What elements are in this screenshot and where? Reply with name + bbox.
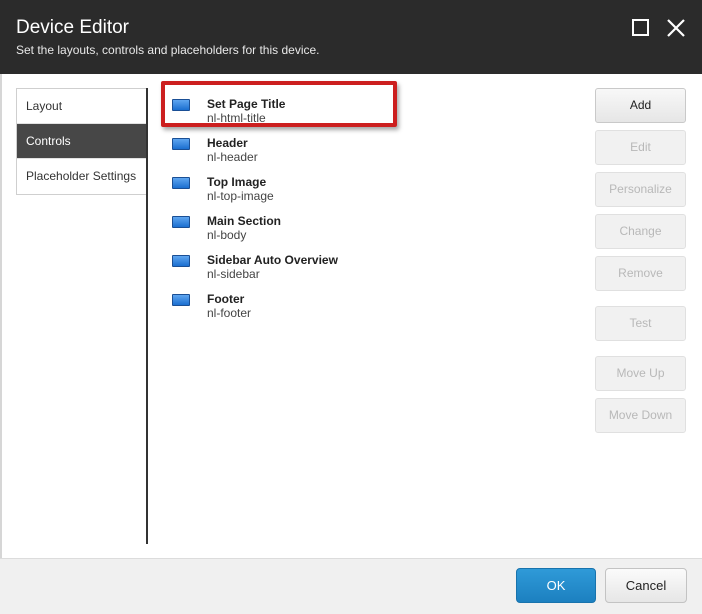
rendering-icon	[172, 216, 190, 228]
dialog-subtitle: Set the layouts, controls and placeholde…	[16, 43, 320, 57]
nav-divider	[146, 88, 148, 544]
control-placeholder: nl-body	[207, 228, 247, 242]
control-item[interactable]: Header nl-header	[160, 125, 398, 164]
control-placeholder: nl-html-title	[207, 111, 266, 125]
rendering-icon	[172, 255, 190, 267]
control-item[interactable]: Set Page Title nl-html-title	[160, 86, 398, 125]
rendering-icon	[172, 177, 190, 189]
control-placeholder: nl-footer	[207, 306, 252, 320]
add-button[interactable]: Add	[595, 88, 686, 123]
ok-button[interactable]: OK	[516, 568, 596, 603]
control-name: Top Image	[207, 175, 267, 189]
dialog-title: Device Editor	[16, 17, 129, 38]
nav-item-layout[interactable]: Layout	[17, 89, 147, 124]
control-item[interactable]: Top Image nl-top-image	[160, 164, 398, 203]
rendering-icon	[172, 99, 190, 111]
cancel-button[interactable]: Cancel	[605, 568, 687, 603]
test-button[interactable]: Test	[595, 306, 686, 341]
rendering-icon	[172, 294, 190, 306]
control-name: Sidebar Auto Overview	[207, 253, 338, 267]
maximize-icon[interactable]	[631, 18, 651, 38]
control-item[interactable]: Footer nl-footer	[160, 281, 398, 320]
control-name: Header	[207, 136, 248, 150]
personalize-button[interactable]: Personalize	[595, 172, 686, 207]
control-item[interactable]: Sidebar Auto Overview nl-sidebar	[160, 242, 398, 281]
edit-button[interactable]: Edit	[595, 130, 686, 165]
nav-item-controls[interactable]: Controls	[17, 124, 147, 159]
move-up-button[interactable]: Move Up	[595, 356, 686, 391]
change-button[interactable]: Change	[595, 214, 686, 249]
control-placeholder: nl-header	[207, 150, 258, 164]
nav-item-placeholder-settings[interactable]: Placeholder Settings	[17, 159, 147, 194]
control-item[interactable]: Main Section nl-body	[160, 203, 398, 242]
left-edge-divider	[0, 74, 2, 614]
control-placeholder: nl-sidebar	[207, 267, 260, 281]
close-icon[interactable]	[666, 18, 686, 38]
remove-button[interactable]: Remove	[595, 256, 686, 291]
nav-list: Layout Controls Placeholder Settings	[16, 88, 147, 195]
move-down-button[interactable]: Move Down	[595, 398, 686, 433]
rendering-icon	[172, 138, 190, 150]
dialog-footer	[0, 558, 702, 614]
control-name: Set Page Title	[207, 97, 286, 111]
control-name: Footer	[207, 292, 245, 306]
control-placeholder: nl-top-image	[207, 189, 274, 203]
device-editor-nav: Layout Controls Placeholder Settings	[16, 88, 147, 544]
control-name: Main Section	[207, 214, 282, 228]
dialog-header: Device Editor Set the layouts, controls …	[0, 0, 702, 74]
